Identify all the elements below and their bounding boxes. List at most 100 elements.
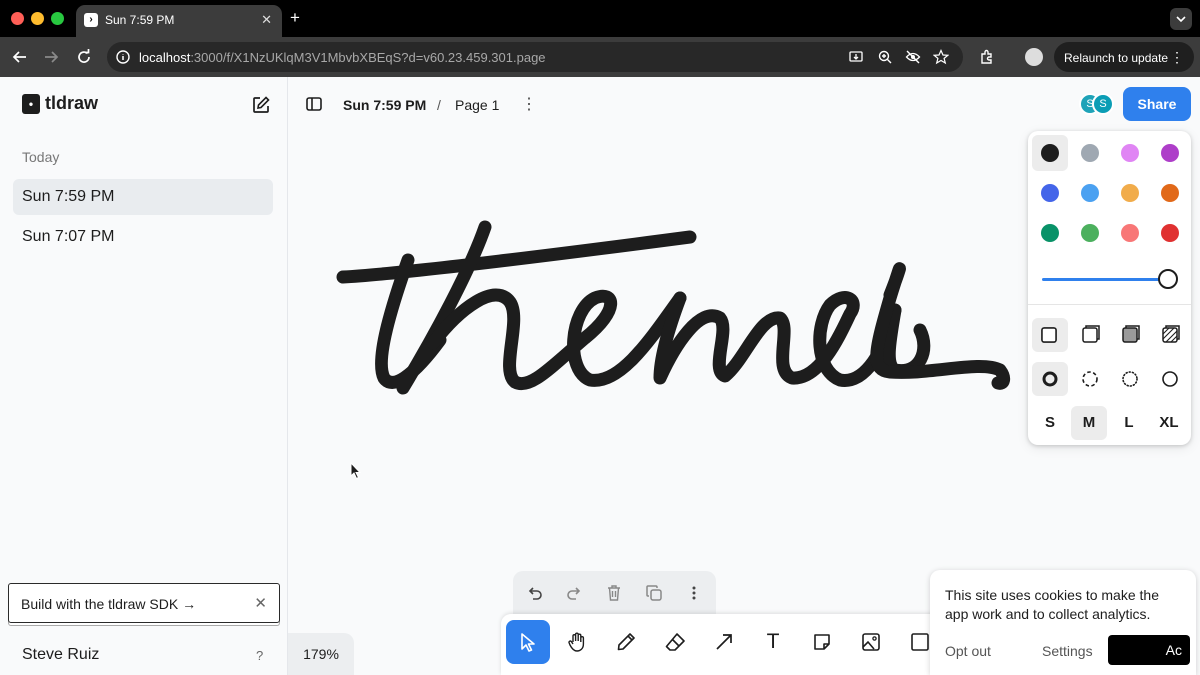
- page-menu-icon[interactable]: ⋮: [521, 94, 537, 114]
- color-swatch-button[interactable]: [1112, 175, 1148, 211]
- fill-semi-button[interactable]: [1072, 318, 1108, 352]
- tool-hand[interactable]: [555, 620, 599, 664]
- forward-arrow-icon[interactable]: [42, 48, 60, 66]
- dash-solid-button[interactable]: [1152, 362, 1188, 396]
- eye-off-icon[interactable]: [905, 49, 921, 65]
- dash-draw-icon: [1042, 371, 1058, 387]
- dash-draw-button[interactable]: [1032, 362, 1068, 396]
- file-item[interactable]: Sun 7:59 PM: [13, 179, 273, 215]
- reload-icon[interactable]: [75, 48, 93, 66]
- tool-text[interactable]: T: [751, 620, 795, 664]
- color-swatch-button[interactable]: [1152, 215, 1188, 251]
- zoom-level-button[interactable]: 179%: [288, 633, 354, 675]
- duplicate-icon[interactable]: [644, 583, 664, 603]
- size-m-button[interactable]: M: [1071, 406, 1107, 440]
- tool-draw[interactable]: [604, 620, 648, 664]
- tldraw-logo[interactable]: • tldraw: [22, 93, 98, 114]
- opacity-slider-thumb[interactable]: [1158, 269, 1178, 289]
- kebab-menu-icon[interactable]: ⋮: [1170, 49, 1184, 66]
- browser-tab-bar: › Sun 7:59 PM ✕ +: [0, 0, 1200, 37]
- tool-image[interactable]: [849, 620, 893, 664]
- tldraw-favicon-icon: ›: [84, 13, 98, 27]
- url-text: localhost:3000/f/X1NzUKlqM3V1MbvbXBEqS?d…: [139, 50, 546, 65]
- install-app-icon[interactable]: [848, 49, 864, 65]
- maximize-window-button[interactable]: [51, 12, 64, 25]
- size-l-button[interactable]: L: [1111, 406, 1147, 440]
- logo-text: tldraw: [45, 93, 99, 113]
- address-bar[interactable]: localhost:3000/f/X1NzUKlqM3V1MbvbXBEqS?d…: [107, 42, 963, 72]
- opacity-slider-track[interactable]: [1042, 278, 1168, 281]
- relaunch-label: Relaunch to update: [1064, 51, 1169, 65]
- breadcrumb-page-name[interactable]: Page 1: [455, 97, 499, 113]
- section-label-today: Today: [22, 149, 60, 165]
- color-swatch-button[interactable]: [1112, 135, 1148, 171]
- dash-dotted-button[interactable]: [1112, 362, 1148, 396]
- freehand-drawing[interactable]: [330, 210, 1030, 410]
- fill-solid-button[interactable]: [1112, 318, 1148, 352]
- profile-avatar[interactable]: [1025, 48, 1043, 66]
- tab-search-button[interactable]: [1170, 8, 1192, 30]
- minimize-window-button[interactable]: [31, 12, 44, 25]
- dash-dashed-button[interactable]: [1072, 362, 1108, 396]
- pencil-icon: [617, 633, 635, 651]
- toggle-sidebar-icon[interactable]: [305, 95, 323, 113]
- color-swatch-button[interactable]: [1072, 215, 1108, 251]
- tool-eraser[interactable]: [653, 620, 697, 664]
- color-swatch: [1161, 144, 1179, 162]
- arrow-icon: [716, 634, 732, 650]
- more-icon[interactable]: [684, 583, 704, 603]
- browser-tab[interactable]: › Sun 7:59 PM ✕: [76, 5, 282, 37]
- accept-cookies-button[interactable]: Ac: [1108, 635, 1190, 665]
- trash-icon[interactable]: [604, 583, 624, 603]
- color-swatch-button[interactable]: [1112, 215, 1148, 251]
- cookie-settings-button[interactable]: Settings: [1042, 643, 1093, 659]
- tool-note[interactable]: [800, 620, 844, 664]
- user-name[interactable]: Steve Ruiz: [22, 646, 99, 664]
- site-info-icon[interactable]: [115, 49, 131, 65]
- size-s-button[interactable]: S: [1032, 406, 1068, 440]
- fill-none-button[interactable]: [1032, 318, 1068, 352]
- color-swatch-button[interactable]: [1032, 135, 1068, 171]
- back-arrow-icon[interactable]: [11, 48, 29, 66]
- tool-arrow[interactable]: [702, 620, 746, 664]
- eraser-icon: [665, 633, 685, 651]
- file-item[interactable]: Sun 7:07 PM: [13, 219, 273, 255]
- color-swatch-button[interactable]: [1072, 175, 1108, 211]
- redo-icon[interactable]: [564, 583, 584, 603]
- color-swatch-button[interactable]: [1032, 175, 1068, 211]
- close-icon[interactable]: ✕: [254, 594, 267, 612]
- color-swatch-button[interactable]: [1032, 215, 1068, 251]
- collaborator-avatar[interactable]: S: [1092, 93, 1114, 115]
- url-host: localhost: [139, 50, 191, 65]
- color-swatch: [1081, 144, 1099, 162]
- bookmark-star-icon[interactable]: [933, 49, 949, 65]
- sdk-banner[interactable]: Build with the tldraw SDK → ✕: [8, 583, 280, 623]
- size-xl-button[interactable]: XL: [1151, 406, 1187, 440]
- fill-pattern-button[interactable]: [1152, 318, 1188, 352]
- fill-none-icon: [1041, 327, 1057, 343]
- hand-icon: [568, 632, 585, 652]
- zoom-icon[interactable]: [877, 49, 893, 65]
- sdk-banner-link[interactable]: Build with the tldraw SDK →: [21, 596, 196, 612]
- relaunch-button[interactable]: Relaunch to update ⋮: [1054, 42, 1194, 72]
- breadcrumb-separator: /: [437, 97, 441, 113]
- tab-close-icon[interactable]: ✕: [261, 12, 272, 28]
- new-tab-button[interactable]: +: [290, 8, 300, 28]
- tool-select[interactable]: [506, 620, 550, 664]
- color-swatch-button[interactable]: [1152, 175, 1188, 211]
- breadcrumb-file-name[interactable]: Sun 7:59 PM: [343, 97, 426, 113]
- color-swatch-button[interactable]: [1152, 135, 1188, 171]
- color-swatch: [1161, 224, 1179, 242]
- color-swatch: [1041, 184, 1059, 202]
- share-button[interactable]: Share: [1123, 87, 1191, 121]
- close-window-button[interactable]: [11, 12, 24, 25]
- color-swatch-button[interactable]: [1072, 135, 1108, 171]
- undo-icon[interactable]: [525, 583, 545, 603]
- opt-out-button[interactable]: Opt out: [945, 643, 991, 659]
- panel-divider: [1028, 304, 1191, 305]
- quick-actions-bar: [513, 571, 716, 615]
- extensions-icon[interactable]: [978, 48, 996, 66]
- help-button[interactable]: ?: [256, 648, 263, 663]
- url-path: :3000/f/X1NzUKlqM3V1MbvbXBEqS?d=v60.23.4…: [190, 50, 546, 65]
- new-file-icon[interactable]: [251, 95, 271, 115]
